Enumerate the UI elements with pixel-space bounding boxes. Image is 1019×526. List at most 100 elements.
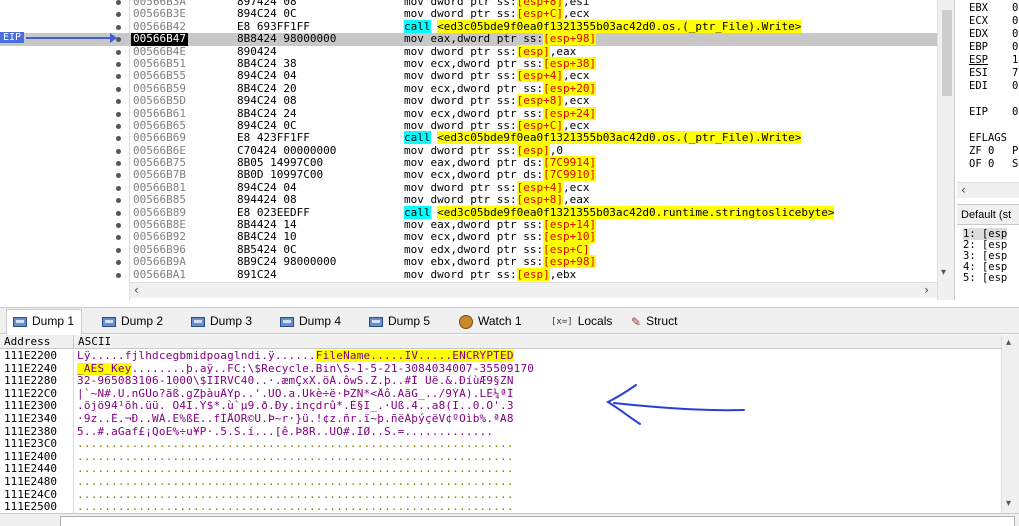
tab-struct[interactable]: ✎ Struct — [625, 310, 684, 334]
tab-dump-3[interactable]: Dump 3 — [185, 310, 259, 334]
dump-row[interactable]: 111E2480................................… — [0, 475, 1001, 489]
breakpoint-dot-icon[interactable] — [116, 111, 121, 117]
disassembly-view[interactable]: 00566B3A 897424 08 mov dword ptr ss:[esp+8… — [0, 0, 955, 300]
tab-label: Dump 2 — [121, 314, 164, 328]
scroll-right-icon[interactable]: › — [924, 283, 929, 297]
register-of-0[interactable]: OF 0 S — [969, 158, 1018, 170]
dump-ascii[interactable]: ........................................… — [77, 501, 582, 514]
register-eip[interactable]: EIP 0 — [969, 106, 1018, 118]
disassembly-row[interactable]: 00566B85 894424 08 mov dword ptr ss:[esp+8… — [0, 193, 937, 207]
dump-row[interactable]: 111E2340 ·9z..È.¬Ð..WÀ.E%ßÉ..fÌÅÕR©U.Þ~r·… — [0, 412, 1001, 426]
register-edx[interactable]: EDX 0 — [969, 28, 1018, 40]
dump-row[interactable]: 111E2400................................… — [0, 450, 1001, 464]
call-target: <ed3c05bde9f0ea0f1321355b03ac42d0.runtim… — [437, 205, 835, 219]
tab-watch-1[interactable]: Watch 1 — [453, 310, 529, 334]
stack-argument-item[interactable]: 5: [esp — [963, 272, 1007, 284]
disassembly-row[interactable]: 00566BA1 891C24 mov dword ptr ss:[esp],ebx — [0, 267, 937, 281]
register-ecx[interactable]: ECX 0 — [969, 15, 1018, 27]
ascii-text: ........................................… — [77, 450, 514, 463]
breakpoint-dot-icon[interactable] — [116, 49, 121, 55]
register-name: ZF 0 — [969, 145, 995, 157]
dump-row[interactable]: 111E22C0 |`~Ñ#.U.nGÛo?ãß.gZþàuÄYp..'.UÖ.a… — [0, 387, 1001, 401]
register-ebp[interactable]: EBP 0 — [969, 41, 1018, 53]
scroll-down-icon[interactable]: ▾ — [941, 267, 946, 278]
dump-row[interactable]: 111E2280 32-965083106-1000\$IIRVC40..·.æm… — [0, 375, 1001, 388]
breakpoint-dot-icon[interactable] — [116, 74, 121, 80]
tab-dump-5[interactable]: Dump 5 — [363, 310, 437, 334]
dump-ascii[interactable]: |`~Ñ#.U.nGÛo?ãß.gZþàuÄYp..'.UÖ.a.Ûkè÷ë·Þ… — [77, 388, 582, 401]
disassembly-row[interactable]: 00566B3E 894C24 0C mov dword ptr ss:[esp+C… — [0, 7, 937, 21]
dump-ascii[interactable]: ........................................… — [77, 451, 582, 464]
register-ebx[interactable]: EBX 0 — [969, 2, 1018, 14]
branch-gutter — [0, 95, 113, 107]
breakpoint-dot-icon[interactable] — [116, 86, 121, 92]
breakpoint-dot-icon[interactable] — [116, 173, 121, 179]
dump-vertical-scrollbar[interactable]: ▴ ▾ — [1001, 335, 1019, 513]
scroll-left-icon[interactable]: ‹ — [134, 283, 139, 297]
tab-dump-2[interactable]: Dump 2 — [96, 310, 170, 334]
command-input[interactable] — [60, 516, 1015, 526]
dump-ascii[interactable]: ........................................… — [77, 476, 582, 489]
dump-ascii[interactable]: .õjö94¹õh.üü. Ö4I.Ý$*.ù`µ9.ð.Ðy.inçdrû*.… — [77, 400, 582, 413]
memory-dump-view[interactable]: Address ASCII 111E2200 Lÿ.....fjlhdcegbmi… — [0, 335, 1019, 513]
scrollbar-thumb[interactable] — [942, 10, 952, 96]
breakpoint-dot-icon[interactable] — [116, 123, 121, 129]
tab-locals[interactable]: [x=] Locals — [545, 310, 619, 334]
tab-dump-1[interactable]: Dump 1 — [6, 309, 83, 335]
scroll-up-icon[interactable]: ▴ — [1006, 337, 1011, 348]
tab-label: Dump 1 — [32, 314, 75, 328]
breakpoint-dot-icon[interactable] — [116, 210, 121, 216]
register-esi[interactable]: ESI 7 — [969, 67, 1018, 79]
dump-row[interactable]: 111E2500................................… — [0, 501, 1001, 514]
dump-ascii[interactable]: ........................................… — [77, 463, 582, 476]
breakpoint-dot-icon[interactable] — [116, 12, 121, 18]
ascii-text: Lÿ.....fjlhdcegbmidpoaglndi.ÿ...... — [77, 350, 316, 362]
breakpoint-dot-icon[interactable] — [116, 247, 121, 253]
breakpoint-dot-icon[interactable] — [116, 148, 121, 154]
ascii-text: ........þ.aÿ..FC:\$Recycle.Bin\S-1-5-21-… — [131, 362, 535, 375]
register-eflags[interactable]: EFLAGS — [969, 132, 1007, 144]
eip-arrowhead-icon — [110, 33, 117, 43]
register-edi[interactable]: EDI 0 — [969, 80, 1018, 92]
dump-row[interactable]: 111E2440................................… — [0, 463, 1001, 476]
dump-row[interactable]: 111E23C0................................… — [0, 438, 1001, 451]
calling-convention-dropdown[interactable]: Default (st — [957, 205, 1019, 225]
breakpoint-dot-icon[interactable] — [116, 235, 121, 241]
register-zf-0[interactable]: ZF 0 P — [969, 145, 1018, 157]
dump-ascii[interactable]: Lÿ.....fjlhdcegbmidpoaglndi.ÿ......FileN… — [77, 350, 582, 363]
ascii-column-header[interactable]: ASCII — [73, 335, 111, 349]
scroll-left-icon[interactable]: ‹ — [961, 183, 966, 197]
breakpoint-dot-icon[interactable] — [116, 185, 121, 191]
register-esp[interactable]: ESP 1 — [969, 54, 1018, 66]
dump-ascii[interactable]: 32-965083106-1000\$IIRVC40..·.æmÇxX.öÀ.ô… — [77, 375, 582, 388]
registers-horizontal-scrollbar[interactable]: ‹ — [957, 182, 1019, 198]
dump-ascii[interactable]: ........................................… — [77, 489, 582, 502]
breakpoint-dot-icon[interactable] — [116, 99, 121, 105]
dump-ascii[interactable]: ........................................… — [77, 438, 582, 451]
breakpoint-dot-icon[interactable] — [116, 24, 121, 30]
breakpoint-dot-icon[interactable] — [116, 223, 121, 229]
register-name: EIP — [969, 106, 988, 118]
instruction-part: mov dword ptr ss: — [404, 44, 517, 58]
breakpoint-dot-icon[interactable] — [116, 260, 121, 266]
breakpoint-dot-icon[interactable] — [116, 198, 121, 204]
breakpoint-dot-icon[interactable] — [116, 61, 121, 67]
disassembly-vertical-scrollbar[interactable]: ▾ — [937, 0, 954, 300]
tab-dump-4[interactable]: Dump 4 — [274, 310, 348, 334]
register-name: ESI — [969, 67, 988, 79]
address-column-header[interactable]: Address — [4, 335, 50, 348]
dump-ascii[interactable]: ·9z..È.¬Ð..WÀ.E%ßÉ..fÌÅÕR©U.Þ~r·}ü.!¢z.ñ… — [77, 413, 582, 426]
scroll-down-icon[interactable]: ▾ — [1006, 498, 1011, 509]
breakpoint-dot-icon[interactable] — [116, 272, 121, 278]
disassembly-horizontal-scrollbar[interactable]: ‹ › — [130, 282, 937, 298]
dump-row[interactable]: 111E2300 .õjö94¹õh.üü. Ö4I.Ý$*.ù`µ9.ð.Ðy.… — [0, 400, 1001, 413]
breakpoint-dot-icon[interactable] — [116, 161, 121, 167]
dump-row[interactable]: 111E2200 Lÿ.....fjlhdcegbmidpoaglndi.ÿ...… — [0, 349, 1001, 363]
dump-ascii[interactable]: 5..#.aGaf£¡QoE%÷u¥P·.5.S.í...[ê.Þ8R..ÜÓ#… — [77, 426, 582, 439]
breakpoint-dot-icon[interactable] — [116, 0, 121, 5]
dump-row[interactable]: 111E24C0................................… — [0, 488, 1001, 502]
dump-row[interactable]: 111E2380 5..#.aGaf£¡QoE%÷u¥P·.5.S.í...[ê.… — [0, 425, 1001, 439]
dump-ascii[interactable]: _AES_Key........þ.aÿ..FC:\$Recycle.Bin\S… — [77, 362, 582, 376]
dump-row[interactable]: 111E2240 _AES_Key........þ.aÿ..FC:\$Recyc… — [0, 362, 1001, 376]
breakpoint-dot-icon[interactable] — [116, 136, 121, 142]
